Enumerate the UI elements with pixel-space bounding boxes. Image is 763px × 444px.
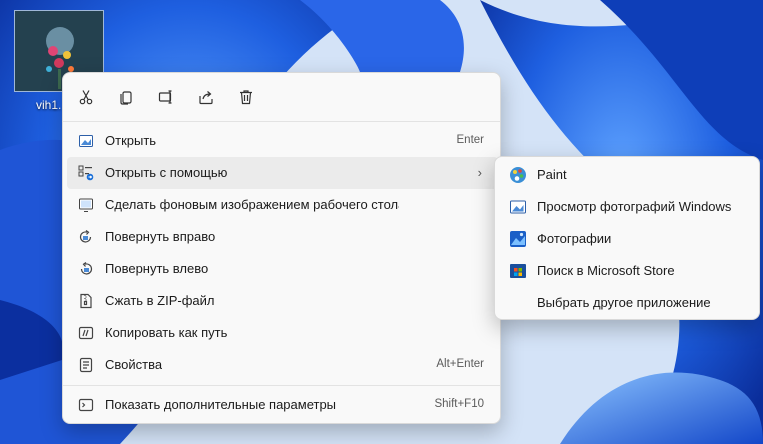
store-icon bbox=[509, 262, 527, 280]
divider bbox=[63, 385, 500, 386]
wallpaper-icon bbox=[77, 196, 95, 214]
rename-icon bbox=[158, 90, 172, 104]
desktop-file-label: vih1. bbox=[36, 98, 62, 112]
photo-viewer-icon bbox=[509, 198, 527, 216]
context-menu: Открыть Enter Открыть с помощью › Сделат… bbox=[62, 72, 501, 424]
open-image-icon bbox=[77, 132, 95, 150]
delete-button[interactable] bbox=[234, 85, 258, 109]
context-menu-toolbar bbox=[63, 73, 500, 121]
open-with-submenu: Paint Просмотр фотографий Windows Фотогр… bbox=[494, 156, 760, 320]
copy-icon bbox=[120, 91, 132, 105]
menu-item-set-wallpaper[interactable]: Сделать фоновым изображением рабочего ст… bbox=[67, 189, 498, 221]
menu-item-open-with[interactable]: Открыть с помощью › bbox=[67, 157, 498, 189]
properties-icon bbox=[77, 356, 95, 374]
cut-button[interactable] bbox=[74, 85, 98, 109]
photos-icon bbox=[509, 230, 527, 248]
share-button[interactable] bbox=[194, 85, 218, 109]
menu-item-compress-zip[interactable]: Сжать в ZIP-файл bbox=[67, 285, 498, 317]
menu-item-rotate-right[interactable]: Повернуть вправо bbox=[67, 221, 498, 253]
open-with-icon bbox=[77, 164, 95, 182]
zip-icon bbox=[77, 292, 95, 310]
divider bbox=[63, 121, 500, 122]
cut-icon bbox=[79, 90, 93, 105]
copy-path-icon bbox=[77, 324, 95, 342]
more-options-icon bbox=[77, 396, 95, 414]
menu-item-rotate-left[interactable]: Повернуть влево bbox=[67, 253, 498, 285]
rename-button[interactable] bbox=[154, 85, 178, 109]
paint-icon bbox=[509, 166, 527, 184]
rotate-left-icon bbox=[77, 260, 95, 278]
submenu-item-microsoft-store[interactable]: Поиск в Microsoft Store bbox=[499, 255, 757, 287]
delete-icon bbox=[240, 90, 252, 105]
menu-item-show-more-options[interactable]: Показать дополнительные параметры Shift+… bbox=[67, 389, 498, 421]
menu-item-open[interactable]: Открыть Enter bbox=[67, 125, 498, 157]
submenu-item-photos[interactable]: Фотографии bbox=[499, 223, 757, 255]
chevron-right-icon: › bbox=[477, 165, 482, 180]
copy-button[interactable] bbox=[114, 85, 138, 109]
rotate-right-icon bbox=[77, 228, 95, 246]
submenu-item-photo-viewer[interactable]: Просмотр фотографий Windows bbox=[499, 191, 757, 223]
share-icon bbox=[199, 91, 213, 105]
menu-item-copy-as-path[interactable]: Копировать как путь bbox=[67, 317, 498, 349]
menu-item-properties[interactable]: Свойства Alt+Enter bbox=[67, 349, 498, 381]
submenu-item-choose-another-app[interactable]: Выбрать другое приложение bbox=[499, 287, 757, 319]
submenu-item-paint[interactable]: Paint bbox=[499, 159, 757, 191]
